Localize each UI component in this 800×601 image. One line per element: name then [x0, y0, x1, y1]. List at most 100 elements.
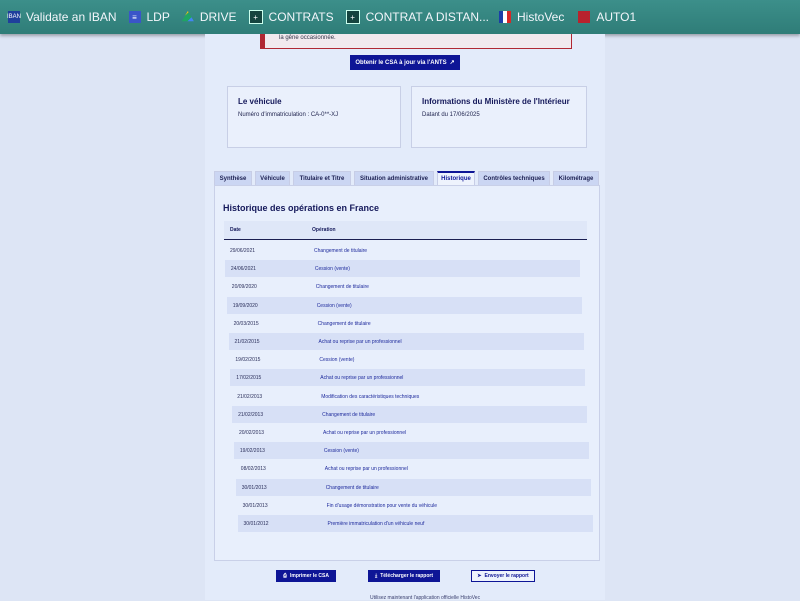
ministry-card-title: Informations du Ministère de l'Intérieur — [422, 97, 570, 106]
row-date: 29/06/2021 — [230, 248, 256, 254]
ministry-date: Datant du 17/06/2025 — [422, 112, 480, 118]
table-row: 21/02/2015 Achat ou reprise par un profes… — [228, 333, 584, 350]
alert-text: la gêne occasionnée. — [279, 35, 336, 41]
bookmark-label: CONTRATS — [268, 10, 334, 24]
document-icon: + — [248, 10, 263, 24]
download-report-button[interactable]: ⤓ Télécharger le rapport — [368, 570, 440, 582]
table-row: 30/01/2013 Fin d'usage démonstration pour… — [237, 497, 592, 514]
table-row: 19/02/2013 Cession (vente) — [233, 442, 589, 459]
document-icon: + — [345, 10, 360, 24]
row-date: 17/02/2015 — [236, 375, 262, 381]
histovec-icon — [499, 11, 511, 23]
row-operation: Changement de titulaire — [315, 284, 369, 290]
bookmark-auto1[interactable]: AUTO1 — [578, 10, 636, 24]
history-table-header: Date Opération — [224, 221, 587, 240]
bookmark-ldp[interactable]: ≡ LDP — [128, 10, 170, 24]
bookmark-label: HistoVec — [517, 10, 565, 24]
row-operation: Première immatriculation d'un véhicule n… — [327, 521, 425, 527]
bookmark-label: DRIVE — [199, 10, 237, 24]
tab-bar: Synthèse Véhicule Titulaire et Titre Sit… — [214, 171, 602, 185]
plate-number: Numéro d'immatriculation : CA-0**-XJ — [238, 112, 339, 118]
table-row: 20/03/2015 Changement de titulaire — [228, 315, 583, 332]
column-operation: Opération — [312, 227, 336, 233]
history-title: Historique des opérations en France — [223, 203, 380, 213]
row-date: 21/02/2013 — [238, 412, 264, 418]
bookmark-label: AUTO1 — [596, 10, 637, 24]
bookmark-histovec[interactable]: HistoVec — [499, 10, 564, 24]
row-date: 20/03/2015 — [233, 321, 259, 327]
drive-icon — [181, 11, 194, 22]
column-date: Date — [230, 227, 241, 233]
row-operation: Changement de titulaire — [317, 321, 371, 327]
get-csa-label: Obtenir le CSA à jour via l'ANTS — [355, 59, 447, 66]
send-label: Envoyer le rapport — [484, 573, 529, 579]
table-row: 30/01/2012 Première immatriculation d'un … — [237, 515, 593, 532]
tab-historique[interactable]: Historique — [437, 171, 475, 185]
table-row: 21/02/2013 Changement de titulaire — [232, 406, 588, 423]
bookmark-label: LDP — [146, 10, 170, 24]
row-operation: Cession (vente) — [323, 448, 359, 454]
table-row: 17/02/2015 Achat ou reprise par un profes… — [230, 369, 586, 386]
alert-banner: la gêne occasionnée. — [260, 34, 572, 49]
row-date: 19/09/2020 — [232, 303, 258, 309]
row-operation: Fin d'usage démonstration pour vente du … — [326, 503, 438, 509]
table-row: 30/01/2013 Changement de titulaire — [235, 479, 591, 496]
row-operation: Modification des caractéristiques techni… — [321, 394, 420, 400]
bookmark-label: CONTRAT A DISTAN... — [365, 10, 489, 24]
print-label: Imprimer le CSA — [290, 573, 329, 579]
row-date: 20/09/2020 — [231, 284, 257, 290]
row-date: 30/01/2013 — [242, 503, 268, 509]
tab-controles[interactable]: Contrôles techniques — [478, 171, 550, 185]
ministry-card: Informations du Ministère de l'Intérieur… — [411, 86, 587, 148]
get-csa-button[interactable]: Obtenir le CSA à jour via l'ANTS ↗ — [350, 55, 460, 70]
tab-vehicule[interactable]: Véhicule — [255, 171, 290, 185]
row-operation: Achat ou reprise par un professionnel — [320, 375, 404, 381]
table-row: 19/02/2015 Cession (vente) — [229, 351, 584, 368]
row-date: 21/02/2013 — [237, 394, 263, 400]
bookmarks-bar: IBAN Validate an IBAN ≡ LDP DRIVE + CONTRAT… — [0, 0, 800, 34]
vehicle-card: Le véhicule Numéro d'immatriculation : C… — [227, 86, 401, 148]
row-date: 30/01/2012 — [243, 521, 269, 527]
row-date: 24/06/2021 — [230, 266, 256, 272]
vehicle-card-title: Le véhicule — [238, 97, 282, 106]
row-date: 30/01/2013 — [241, 485, 267, 491]
ldp-icon: ≡ — [128, 11, 141, 23]
tab-situation[interactable]: Situation administrative — [354, 171, 434, 185]
print-icon: ⎙ — [283, 573, 288, 579]
bookmark-contrat-distance[interactable]: + CONTRAT A DISTAN... — [345, 10, 489, 24]
table-row: 24/06/2021 Cession (vente) — [224, 260, 580, 277]
send-icon: ➤ — [477, 573, 482, 579]
row-date: 21/02/2015 — [234, 339, 260, 345]
row-operation: Achat ou reprise par un professionnel — [318, 339, 402, 345]
row-date: 19/02/2015 — [235, 357, 261, 363]
row-operation: Cession (vente) — [319, 357, 355, 363]
footer-note: Utilisez maintenant l'application offici… — [370, 595, 481, 601]
send-report-button[interactable]: ➤ Envoyer le rapport — [471, 570, 535, 582]
row-operation: Cession (vente) — [314, 266, 350, 272]
external-link-icon: ↗ — [449, 60, 455, 66]
tab-kilometrage[interactable]: Kilométrage — [553, 171, 599, 185]
bookmark-drive[interactable]: DRIVE — [181, 10, 237, 24]
auto1-icon — [578, 11, 591, 23]
row-operation: Changement de titulaire — [314, 248, 368, 254]
iban-icon: IBAN — [7, 11, 21, 23]
row-date: 08/02/2013 — [240, 466, 266, 472]
bookmark-iban[interactable]: IBAN Validate an IBAN — [7, 10, 117, 24]
table-row: 20/02/2013 Achat ou reprise par un profes… — [233, 424, 588, 441]
tab-synthese[interactable]: Synthèse — [214, 171, 252, 185]
bookmark-contrats[interactable]: + CONTRATS — [248, 10, 334, 24]
row-operation: Achat ou reprise par un professionnel — [323, 430, 407, 436]
row-operation: Changement de titulaire — [322, 412, 376, 418]
row-date: 20/02/2013 — [239, 430, 265, 436]
row-operation: Cession (vente) — [316, 303, 352, 309]
table-row: 20/09/2020 Changement de titulaire — [226, 278, 581, 295]
tab-titulaire[interactable]: Titulaire et Titre — [293, 171, 351, 185]
table-row: 19/09/2020 Cession (vente) — [226, 297, 582, 314]
download-label: Télécharger le rapport — [380, 573, 433, 579]
download-icon: ⤓ — [374, 573, 378, 579]
table-row: 08/02/2013 Achat ou reprise par un profes… — [235, 460, 590, 477]
row-operation: Achat ou reprise par un professionnel — [324, 466, 408, 472]
print-csa-button[interactable]: ⎙ Imprimer le CSA — [276, 570, 336, 582]
row-date: 19/02/2013 — [239, 448, 265, 454]
bookmark-label: Validate an IBAN — [26, 10, 117, 24]
